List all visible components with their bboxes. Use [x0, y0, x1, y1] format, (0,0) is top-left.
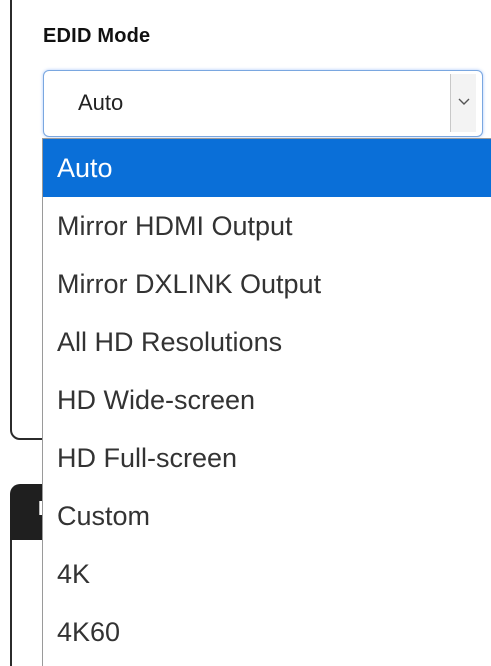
select-dropdown-button[interactable]: [450, 74, 476, 132]
option-custom[interactable]: Custom: [43, 487, 491, 545]
edid-mode-select-value: Auto: [78, 90, 124, 115]
page: EDID Mode H Auto Auto Mirror HDMI Output…: [0, 0, 491, 666]
chevron-down-icon: [458, 98, 470, 105]
option-4k[interactable]: 4K: [43, 545, 491, 603]
option-mirror-hdmi-output[interactable]: Mirror HDMI Output: [43, 197, 491, 255]
option-mirror-dxlink-output[interactable]: Mirror DXLINK Output: [43, 255, 491, 313]
option-auto[interactable]: Auto: [43, 139, 491, 197]
edid-mode-label: EDID Mode: [43, 25, 151, 47]
edid-mode-dropdown-list: Auto Mirror HDMI Output Mirror DXLINK Ou…: [42, 138, 491, 666]
option-4k60[interactable]: 4K60: [43, 603, 491, 661]
option-hd-wide-screen[interactable]: HD Wide-screen: [43, 371, 491, 429]
option-all-hd-resolutions[interactable]: All HD Resolutions: [43, 313, 491, 371]
edid-mode-select[interactable]: Auto: [43, 70, 483, 137]
option-hd-full-screen[interactable]: HD Full-screen: [43, 429, 491, 487]
